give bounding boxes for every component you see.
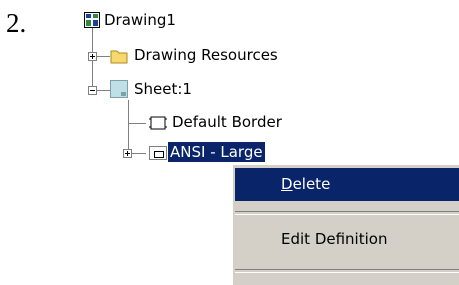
tree-node-drawing-resources[interactable]: Drawing Resources bbox=[132, 45, 280, 65]
menu-item-edit-definition[interactable]: Edit Definition bbox=[235, 223, 459, 256]
drawing-document-icon bbox=[84, 12, 100, 28]
context-menu: Delete Edit Definition bbox=[232, 164, 459, 285]
menu-item-delete-label: elete bbox=[292, 175, 331, 193]
title-block-icon bbox=[149, 146, 167, 160]
expand-ansi-large-toggle[interactable] bbox=[123, 149, 132, 158]
tree-node-drawing1[interactable]: Drawing1 bbox=[102, 10, 178, 30]
tree-connector bbox=[128, 123, 146, 124]
expand-drawing-resources-toggle[interactable] bbox=[88, 52, 97, 61]
tree-node-ansi-large[interactable]: ANSI - Large bbox=[168, 142, 265, 162]
tree-node-sheet-1[interactable]: Sheet:1 bbox=[132, 79, 194, 99]
collapse-sheet-toggle[interactable] bbox=[88, 86, 97, 95]
folder-icon bbox=[110, 50, 128, 64]
menu-item-delete-accelerator: D bbox=[281, 175, 293, 193]
tree-node-default-border[interactable]: Default Border bbox=[170, 112, 284, 132]
menu-separator bbox=[235, 211, 459, 215]
border-icon bbox=[149, 116, 167, 130]
tree-connector bbox=[128, 100, 129, 154]
sheet-icon bbox=[110, 80, 128, 98]
menu-separator bbox=[235, 269, 459, 273]
menu-item-delete[interactable]: Delete bbox=[235, 168, 459, 201]
